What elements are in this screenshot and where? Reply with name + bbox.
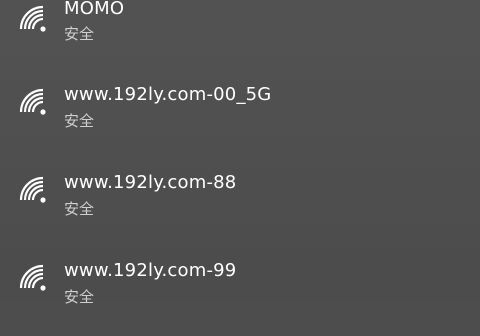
network-item-00-5g[interactable]: www.192ly.com-00_5G 安全 [0,72,480,160]
network-security-status: 安全 [64,288,95,306]
network-ssid: www.192ly.com-99 [64,260,237,281]
network-security-status: 安全 [64,112,95,130]
network-ssid: www.192ly.com-00_5G [64,84,272,105]
wifi-signal-icon [17,262,49,294]
network-security-status: 安全 [64,200,95,218]
wifi-signal-icon [17,174,49,206]
wifi-signal-icon [17,3,49,35]
wifi-signal-icon [17,86,49,118]
network-item-88[interactable]: www.192ly.com-88 安全 [0,160,480,248]
network-security-status: 安全 [64,25,95,43]
network-ssid: MOMO [64,0,125,19]
network-ssid: www.192ly.com-88 [64,172,237,193]
network-item-momo[interactable]: MOMO 安全 [0,0,480,54]
network-item-99[interactable]: www.192ly.com-99 安全 [0,248,480,336]
wifi-network-list: MOMO 安全 www.192ly.com-00_5G 安全 www.192ly… [0,0,480,306]
